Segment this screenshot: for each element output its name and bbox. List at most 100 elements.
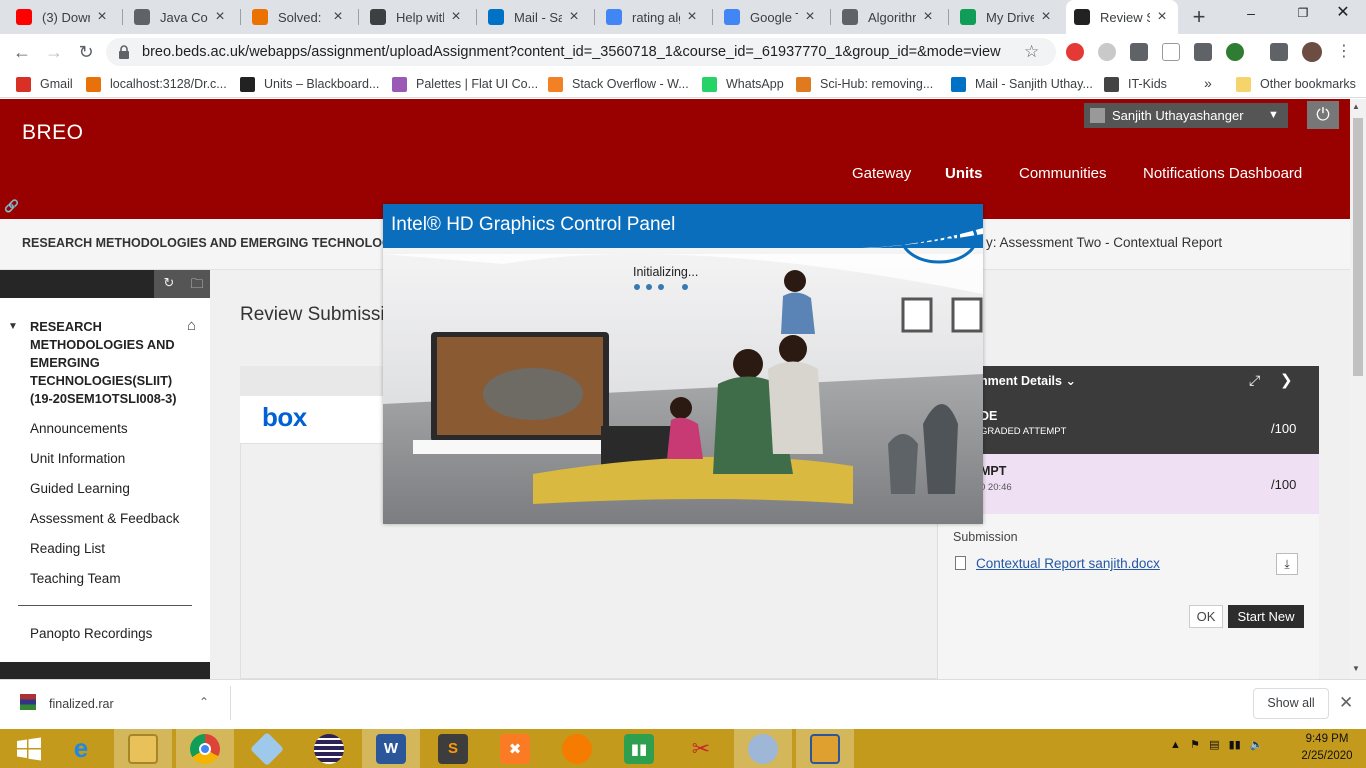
more-bookmarks-button[interactable]: » [1204, 75, 1212, 91]
scrollbar-thumb[interactable] [1353, 118, 1363, 376]
tab-7[interactable]: Google Ta× [716, 0, 826, 34]
taskbar-eclipse[interactable] [300, 729, 358, 768]
close-tab-icon[interactable]: × [212, 8, 228, 26]
bookmark-item[interactable]: WhatsApp [702, 75, 784, 93]
bookmark-item[interactable]: Sci-Hub: removing... [796, 75, 933, 93]
bookmark-item[interactable]: Palettes | Flat UI Co... [392, 75, 538, 93]
menu-item-unit-information[interactable]: Unit Information [30, 451, 125, 466]
bookmark-star-icon[interactable]: ☆ [1024, 42, 1039, 62]
taskbar-sublime[interactable]: S [424, 729, 482, 768]
scroll-up-arrow-icon[interactable]: ▲ [1352, 102, 1360, 111]
close-tab-icon[interactable]: × [448, 8, 464, 26]
close-tab-icon[interactable]: × [684, 8, 700, 26]
reload-button[interactable]: ↻ [72, 38, 100, 66]
download-icon[interactable]: ⤓ [1276, 553, 1298, 575]
unit-title[interactable]: RESEARCH METHODOLOGIES AND EMERGING TECH… [30, 318, 180, 408]
taskbar-ie[interactable]: e [52, 729, 110, 768]
menu-item-guided-learning[interactable]: Guided Learning [30, 481, 130, 496]
chevron-right-icon[interactable]: ❯ [1280, 371, 1293, 389]
address-bar[interactable]: breo.beds.ac.uk/webapps/assignment/uploa… [106, 38, 1056, 66]
tab-9[interactable]: My Drive × [952, 0, 1062, 34]
new-tab-button[interactable]: + [1186, 5, 1212, 29]
bookmark-item[interactable]: Gmail [16, 75, 73, 93]
nav-notifications-dashboard[interactable]: Notifications Dashboard [1143, 165, 1302, 182]
nav-units[interactable]: Units [945, 165, 983, 182]
menu-item-reading-list[interactable]: Reading List [30, 541, 105, 556]
bookmark-item[interactable]: Mail - Sanjith Uthay... [951, 75, 1093, 93]
scroll-down-arrow-icon[interactable]: ▼ [1352, 664, 1360, 673]
taskbar-chrome[interactable] [176, 729, 234, 768]
bookmark-item[interactable]: IT-Kids [1104, 75, 1167, 93]
site-brand[interactable]: BREO [22, 121, 84, 145]
close-tab-icon[interactable]: × [802, 8, 818, 26]
menu-item-teaching-team[interactable]: Teaching Team [30, 571, 121, 586]
close-tab-icon[interactable]: × [330, 8, 346, 26]
cube-extension-icon[interactable] [1194, 43, 1212, 61]
facebook-icon[interactable] [1130, 43, 1148, 61]
close-tab-icon[interactable]: × [1154, 8, 1170, 26]
other-bookmarks-folder[interactable]: Other bookmarks [1236, 75, 1356, 93]
tab-6[interactable]: rating alg× [598, 0, 708, 34]
ublock-icon[interactable] [1066, 43, 1084, 61]
tab-8[interactable]: Algorithm× [834, 0, 944, 34]
taskbar-file-explorer[interactable] [114, 729, 172, 768]
tab-2[interactable]: Java Code× [126, 0, 236, 34]
tab-5[interactable]: Mail - San× [480, 0, 590, 34]
taskbar-snipping[interactable]: ✂ [672, 729, 730, 768]
menu-item-announcements[interactable]: Announcements [30, 421, 128, 436]
close-window-button[interactable]: ✕ [1320, 0, 1366, 28]
close-tab-icon[interactable]: × [566, 8, 582, 26]
close-tab-icon[interactable]: × [920, 8, 936, 26]
close-tab-icon[interactable]: × [1038, 8, 1054, 26]
tab-4[interactable]: Help with× [362, 0, 472, 34]
submission-file-link[interactable]: Contextual Report sanjith.docx [976, 556, 1160, 571]
clock-time[interactable]: 9:49 PM [1304, 733, 1350, 745]
taskbar-brackets-app[interactable] [548, 729, 606, 768]
tinymce-icon[interactable] [1162, 43, 1180, 61]
taskbar-generic-app[interactable] [796, 729, 854, 768]
user-menu[interactable]: Sanjith Uthayashanger [1084, 103, 1288, 128]
taskbar-virtualbox[interactable] [238, 729, 296, 768]
bookmark-item[interactable]: Units – Blackboard... [240, 75, 379, 93]
tab-1[interactable]: (3) Downl× [8, 0, 118, 34]
menu-item-panopto[interactable]: Panopto Recordings [30, 626, 152, 641]
chrome-menu-icon[interactable]: ⋮ [1336, 41, 1352, 61]
minimize-button[interactable]: – [1228, 0, 1274, 28]
bookmark-item[interactable]: localhost:3128/Dr.c... [86, 75, 227, 93]
breadcrumb-unit[interactable]: RESEARCH METHODOLOGIES AND EMERGING TECH… [22, 236, 392, 250]
home-icon[interactable]: ⌂ [187, 317, 196, 334]
system-tray-icons[interactable]: ▲ ⚑ ▤ ▮▮ 🔈 [1170, 738, 1264, 751]
forward-button[interactable]: → [40, 38, 68, 66]
tab-10[interactable]: Review S × [1066, 0, 1178, 34]
folder-view-icon[interactable]: 🗀 [188, 275, 206, 293]
close-tab-icon[interactable]: × [94, 8, 110, 26]
close-download-bar-icon[interactable]: ✕ [1339, 693, 1353, 713]
clock-date[interactable]: 2/25/2020 [1297, 750, 1357, 762]
download-file-name[interactable]: finalized.rar [49, 697, 114, 711]
profile-avatar[interactable] [1302, 42, 1322, 62]
expand-icon[interactable]: ⤢ [1249, 372, 1260, 389]
tab-3[interactable]: Solved: M× [244, 0, 354, 34]
media-control-icon[interactable] [1270, 43, 1288, 61]
world-extension-icon[interactable] [1226, 43, 1244, 61]
start-new-button[interactable]: Start New [1228, 605, 1304, 628]
link-icon[interactable]: 🔗 [4, 199, 19, 215]
refresh-icon[interactable]: ↻ [160, 275, 178, 293]
taskbar-word[interactable]: W [362, 729, 420, 768]
nav-communities[interactable]: Communities [1019, 165, 1107, 182]
user-menu-caret-icon[interactable]: ▼ [1268, 103, 1279, 128]
bookmark-item[interactable]: Stack Overflow - W... [548, 75, 689, 93]
ok-button[interactable]: OK [1189, 605, 1223, 628]
taskbar-intel[interactable] [734, 729, 792, 768]
menu-item-assessment-feedback[interactable]: Assessment & Feedback [30, 511, 179, 526]
chevron-up-icon[interactable]: ⌃ [199, 695, 209, 709]
taskbar-green-app[interactable]: ▮▮ [610, 729, 668, 768]
taskbar-xampp[interactable]: ✖ [486, 729, 544, 768]
start-button[interactable] [0, 729, 58, 768]
collapse-caret-icon[interactable]: ▼ [8, 321, 18, 332]
show-all-button[interactable]: Show all [1253, 688, 1329, 719]
assignment-details-toggle[interactable]: nment Details ⌄ [980, 373, 1076, 388]
nav-gateway[interactable]: Gateway [852, 165, 911, 182]
extension-globe-icon[interactable] [1098, 43, 1116, 61]
back-button[interactable]: ← [8, 38, 36, 66]
